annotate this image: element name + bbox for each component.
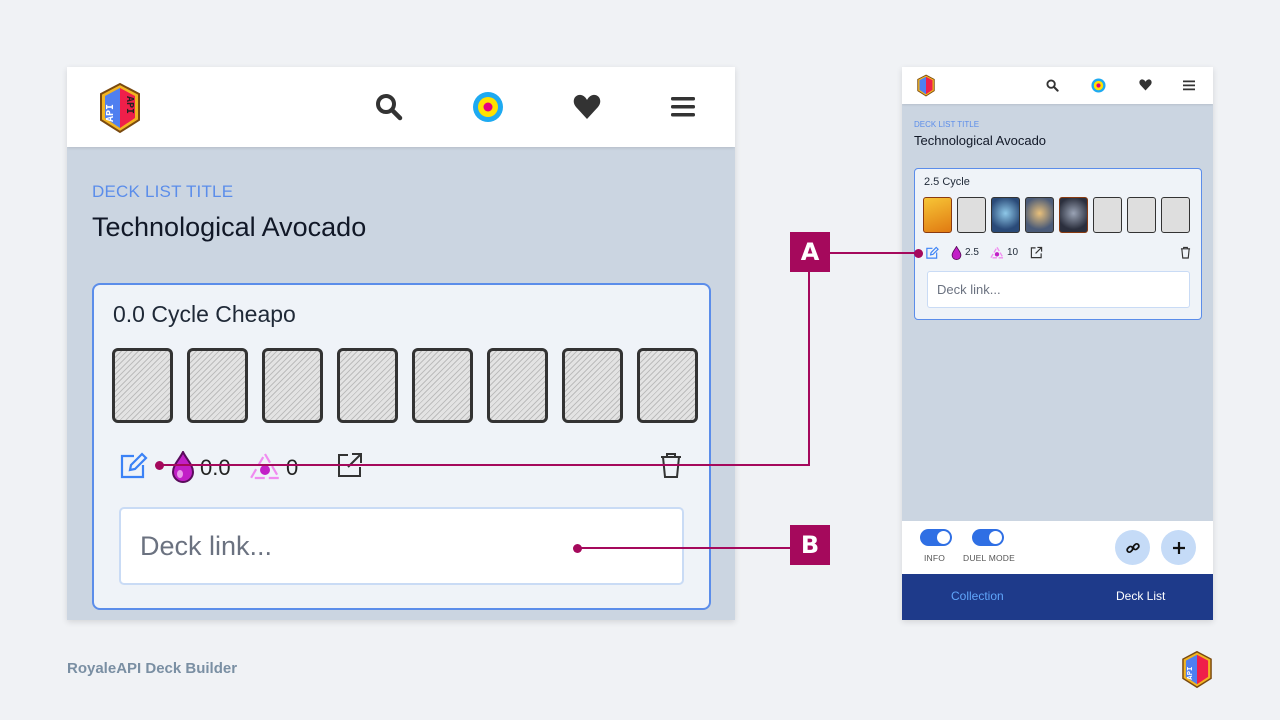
bottom-toolbar: INFO DUEL MODE	[902, 521, 1213, 574]
plus-icon	[1172, 541, 1185, 554]
trash-icon[interactable]	[1180, 246, 1191, 262]
card-heal-spirit[interactable]	[923, 197, 952, 233]
svg-text:API: API	[105, 104, 116, 122]
card-slots	[923, 197, 1190, 233]
search-icon[interactable]	[373, 91, 405, 123]
duel-mode-toggle-label: DUEL MODE	[963, 553, 1016, 563]
callout-b: B	[790, 525, 830, 565]
cycle-value: 10	[1007, 247, 1019, 258]
info-toggle-label: INFO	[924, 553, 946, 563]
cycle-icon	[248, 451, 282, 488]
deck-list-title[interactable]: Technological Avocado	[914, 133, 1046, 148]
external-link-icon[interactable]	[336, 451, 364, 484]
royaleapi-logo: API	[1182, 650, 1212, 689]
card-slot[interactable]	[262, 348, 323, 423]
callout-b-line	[578, 547, 790, 549]
deck-meta-row: 2.5 10	[925, 245, 1193, 263]
footer-title: RoyaleAPI Deck Builder	[67, 660, 238, 677]
card-slot[interactable]	[957, 197, 986, 233]
deck-list-title[interactable]: Technological Avocado	[92, 212, 366, 243]
info-toggle[interactable]	[920, 529, 952, 546]
card-slot[interactable]	[487, 348, 548, 423]
card-dark-knight[interactable]	[1059, 197, 1088, 233]
external-link-icon[interactable]	[1030, 246, 1043, 262]
elixir-icon	[951, 245, 962, 263]
deck-card: 0.0 Cycle Cheapo 0.0 0	[92, 283, 711, 610]
edit-icon[interactable]	[118, 451, 148, 486]
callout-a-line	[808, 272, 810, 466]
royaleapi-logo[interactable]	[916, 74, 936, 97]
tab-collection[interactable]: Collection	[951, 589, 1004, 603]
card-royal-giant[interactable]	[1025, 197, 1054, 233]
target-icon[interactable]	[1090, 77, 1106, 93]
large-deck-builder-view: API API DECK LIST TITLE Technological Av…	[67, 67, 735, 620]
target-icon[interactable]	[472, 91, 504, 123]
card-slot[interactable]	[1127, 197, 1156, 233]
search-icon[interactable]	[1044, 77, 1060, 93]
cycle-value: 0	[286, 455, 299, 480]
deck-card: 2.5 Cycle 2.5 10	[914, 168, 1202, 320]
cycle-icon	[989, 246, 1005, 263]
card-slot[interactable]	[562, 348, 623, 423]
top-nav	[902, 67, 1213, 104]
deck-link-input[interactable]	[119, 507, 684, 585]
royaleapi-logo[interactable]: API API	[97, 82, 143, 134]
bottom-tab-bar: Collection Deck List	[902, 574, 1213, 620]
card-slot[interactable]	[112, 348, 173, 423]
mobile-deck-builder-view: DECK LIST TITLE Technological Avocado 2.…	[902, 67, 1213, 620]
svg-text:API: API	[124, 96, 135, 114]
card-slot[interactable]	[412, 348, 473, 423]
heart-icon[interactable]	[571, 91, 603, 123]
card-slot[interactable]	[1093, 197, 1122, 233]
svg-text:API: API	[1185, 667, 1194, 680]
add-deck-button[interactable]	[1161, 530, 1196, 565]
avg-elixir-value: 0.0	[200, 455, 231, 480]
trash-icon[interactable]	[659, 451, 683, 484]
deck-name[interactable]: 0.0 Cycle Cheapo	[113, 301, 296, 328]
heart-icon[interactable]	[1137, 77, 1153, 93]
menu-icon[interactable]	[1181, 77, 1197, 93]
card-slots	[112, 348, 698, 423]
duel-mode-toggle[interactable]	[972, 529, 1004, 546]
link-icon	[1125, 542, 1140, 553]
copy-link-button[interactable]	[1115, 530, 1150, 565]
card-slot[interactable]	[637, 348, 698, 423]
deck-list-title-label: DECK LIST TITLE	[92, 182, 234, 201]
card-slot[interactable]	[1161, 197, 1190, 233]
avg-elixir-value: 2.5	[965, 247, 979, 258]
deck-name[interactable]: 2.5 Cycle	[924, 176, 970, 188]
callout-a-line	[160, 464, 810, 466]
deck-meta-row: 0.0 0	[116, 449, 691, 486]
card-minions[interactable]	[991, 197, 1020, 233]
deck-link-input[interactable]	[927, 271, 1190, 308]
callout-a-line	[830, 252, 920, 254]
top-nav: API API	[67, 67, 735, 147]
tab-deck-list[interactable]: Deck List	[1116, 589, 1165, 603]
card-slot[interactable]	[337, 348, 398, 423]
callout-a: A	[790, 232, 830, 272]
card-slot[interactable]	[187, 348, 248, 423]
elixir-icon	[171, 449, 195, 488]
deck-list-title-label: DECK LIST TITLE	[914, 120, 980, 129]
callout-a-anchor-small	[914, 249, 923, 258]
edit-icon[interactable]	[925, 246, 939, 263]
menu-icon[interactable]	[667, 91, 699, 123]
